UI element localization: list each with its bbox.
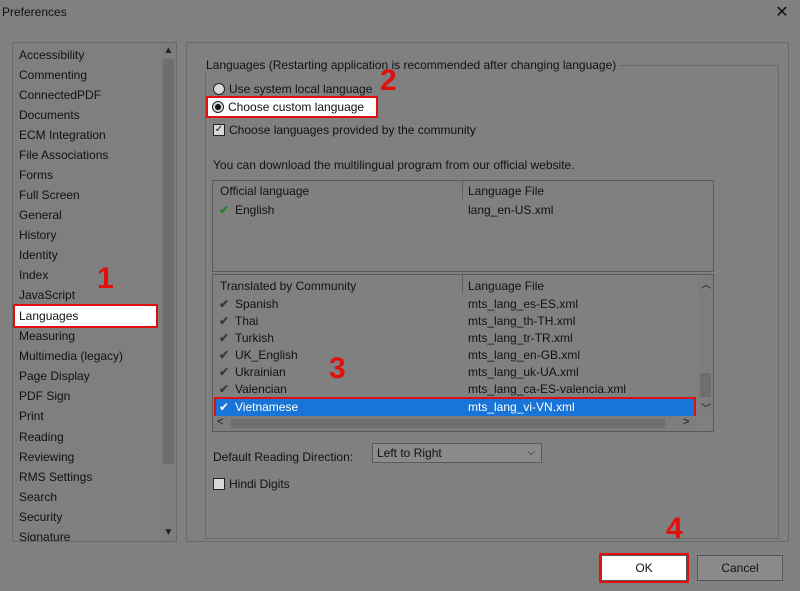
checkmark-icon: ✔ bbox=[219, 382, 230, 396]
table-row-selected[interactable]: ✔ Vietnamese mts_lang_vi-VN.xml bbox=[214, 397, 696, 418]
checkbox-hindi-digits[interactable]: Hindi Digits bbox=[213, 477, 290, 491]
sidebar-item-print[interactable]: Print bbox=[19, 406, 44, 426]
language-name: Turkish bbox=[235, 331, 274, 345]
radio-system-label: Use system local language bbox=[229, 82, 373, 96]
table-scroll-thumb[interactable] bbox=[700, 373, 711, 397]
sidebar-item-history[interactable]: History bbox=[19, 225, 56, 245]
checkbox-unchecked-icon bbox=[213, 478, 225, 490]
step-marker-2: 2 bbox=[380, 64, 397, 97]
download-info-text: You can download the multilingual progra… bbox=[213, 158, 575, 172]
language-name: Valencian bbox=[235, 382, 287, 396]
radio-custom-label: Choose custom language bbox=[228, 100, 365, 114]
language-name: Vietnamese bbox=[235, 400, 299, 414]
sidebar-item-page-display[interactable]: Page Display bbox=[19, 366, 90, 386]
language-name: UK_English bbox=[235, 348, 298, 362]
radio-system-language[interactable]: Use system local language bbox=[213, 82, 372, 96]
category-list[interactable]: Accessibility Commenting ConnectedPDF Do… bbox=[12, 42, 177, 542]
sidebar-item-measuring[interactable]: Measuring bbox=[19, 326, 75, 346]
radio-checked-icon bbox=[212, 101, 224, 113]
scroll-down-icon[interactable]: ▼ bbox=[161, 525, 176, 540]
official-language-table[interactable]: Official language Language File ✔ Englis… bbox=[212, 180, 714, 272]
radio-custom-language[interactable]: Choose custom language bbox=[205, 96, 379, 118]
language-name: Ukrainian bbox=[235, 365, 286, 379]
checkmark-icon: ✔ bbox=[219, 314, 230, 328]
column-header-translated-by-community[interactable]: Translated by Community bbox=[220, 279, 356, 293]
sidebar-item-ecm-integration[interactable]: ECM Integration bbox=[19, 125, 106, 145]
language-file: mts_lang_tr-TR.xml bbox=[468, 331, 573, 345]
sidebar-item-reading[interactable]: Reading bbox=[19, 427, 64, 447]
step-marker-1: 1 bbox=[97, 262, 114, 295]
language-file: lang_en-US.xml bbox=[468, 203, 554, 217]
sidebar-item-general[interactable]: General bbox=[19, 205, 62, 225]
language-name: English bbox=[235, 203, 275, 217]
language-file: mts_lang_en-GB.xml bbox=[468, 348, 581, 362]
sidebar-scroll-thumb[interactable] bbox=[163, 59, 174, 464]
group-label: Languages (Restarting application is rec… bbox=[204, 58, 619, 72]
sidebar-item-search[interactable]: Search bbox=[19, 487, 57, 507]
title-bar: Preferences ✕ bbox=[0, 0, 800, 30]
sidebar-item-accessibility[interactable]: Accessibility bbox=[19, 45, 84, 65]
sidebar-item-file-associations[interactable]: File Associations bbox=[19, 145, 108, 165]
checkmark-icon: ✔ bbox=[219, 400, 230, 414]
cancel-button[interactable]: Cancel bbox=[697, 555, 783, 581]
checkmark-icon: ✔ bbox=[219, 297, 230, 311]
checkbox-checked-icon: ✓ bbox=[213, 124, 225, 136]
sidebar-item-rms-settings[interactable]: RMS Settings bbox=[19, 467, 92, 487]
chevron-down-icon: ⌵ bbox=[527, 447, 535, 458]
sidebar-item-index[interactable]: Index bbox=[19, 265, 48, 285]
sidebar-item-pdf-sign[interactable]: PDF Sign bbox=[19, 386, 70, 406]
sidebar-item-identity[interactable]: Identity bbox=[19, 245, 58, 265]
sidebar-item-javascript[interactable]: JavaScript bbox=[19, 285, 75, 305]
column-header-official-language[interactable]: Official language bbox=[220, 184, 309, 198]
sidebar-item-signature[interactable]: Signature bbox=[19, 527, 70, 541]
checkmark-icon: ✔ bbox=[219, 203, 230, 217]
hindi-digits-label: Hindi Digits bbox=[229, 477, 290, 491]
community-language-table[interactable]: Translated by Community Language File ✔ … bbox=[212, 274, 714, 432]
column-divider bbox=[462, 275, 463, 293]
sidebar-item-reviewing[interactable]: Reviewing bbox=[19, 447, 74, 467]
table-hscroll-thumb[interactable] bbox=[231, 419, 665, 428]
window-title: Preferences bbox=[2, 5, 67, 19]
scroll-left-icon[interactable]: < bbox=[217, 416, 223, 428]
language-file: mts_lang_es-ES.xml bbox=[468, 297, 579, 311]
scroll-up-icon[interactable]: ︿ bbox=[701, 276, 711, 291]
reading-direction-select[interactable]: Left to Right ⌵ bbox=[372, 443, 542, 463]
sidebar-item-security[interactable]: Security bbox=[19, 507, 62, 527]
radio-icon bbox=[213, 83, 225, 95]
table-vertical-scrollbar[interactable]: ︿ ﹀ bbox=[698, 275, 713, 415]
language-file: mts_lang_uk-UA.xml bbox=[468, 365, 579, 379]
language-file: mts_lang_vi-VN.xml bbox=[468, 400, 575, 414]
column-header-language-file[interactable]: Language File bbox=[468, 279, 544, 293]
column-divider bbox=[462, 181, 463, 199]
sidebar-item-documents[interactable]: Documents bbox=[19, 105, 80, 125]
sidebar-item-connectedpdf[interactable]: ConnectedPDF bbox=[19, 85, 101, 105]
language-name: Thai bbox=[235, 314, 259, 328]
sidebar-item-full-screen[interactable]: Full Screen bbox=[19, 185, 80, 205]
sidebar-item-multimedia[interactable]: Multimedia (legacy) bbox=[19, 346, 123, 366]
table-horizontal-scrollbar[interactable]: < > bbox=[213, 416, 697, 431]
language-name: Spanish bbox=[235, 297, 279, 311]
sidebar-item-commenting[interactable]: Commenting bbox=[19, 65, 87, 85]
sidebar-scrollbar[interactable]: ▲ ▼ bbox=[161, 43, 176, 541]
scroll-right-icon[interactable]: > bbox=[683, 416, 689, 428]
checkmark-icon: ✔ bbox=[219, 331, 230, 345]
step-marker-3: 3 bbox=[329, 352, 346, 385]
sidebar-item-forms[interactable]: Forms bbox=[19, 165, 53, 185]
close-icon[interactable]: ✕ bbox=[771, 2, 793, 24]
scroll-up-icon[interactable]: ▲ bbox=[161, 43, 176, 58]
ok-button[interactable]: OK bbox=[599, 553, 689, 583]
scroll-down-icon[interactable]: ﹀ bbox=[701, 400, 711, 415]
language-file: mts_lang_th-TH.xml bbox=[468, 314, 576, 328]
step-marker-4: 4 bbox=[666, 512, 683, 545]
checkbox-community-languages[interactable]: ✓ Choose languages provided by the commu… bbox=[213, 123, 476, 137]
checkbox-community-label: Choose languages provided by the communi… bbox=[229, 123, 476, 137]
checkmark-icon: ✔ bbox=[219, 365, 230, 379]
checkmark-icon: ✔ bbox=[219, 348, 230, 362]
column-header-language-file[interactable]: Language File bbox=[468, 184, 544, 198]
sidebar-item-languages[interactable]: Languages bbox=[13, 304, 158, 328]
language-file: mts_lang_ca-ES-valencia.xml bbox=[468, 382, 627, 396]
reading-direction-value: Left to Right bbox=[377, 446, 442, 460]
reading-direction-label: Default Reading Direction: bbox=[213, 450, 354, 464]
